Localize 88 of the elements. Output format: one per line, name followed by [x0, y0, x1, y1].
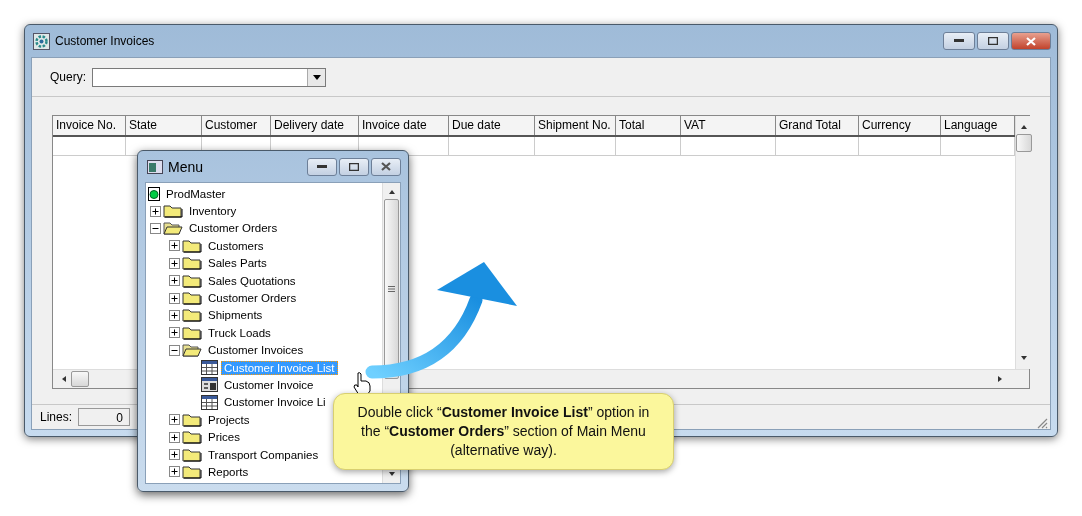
tree-item[interactable]: Customer Orders [186, 221, 281, 236]
scroll-thumb[interactable] [71, 371, 89, 387]
minimize-icon [317, 164, 327, 169]
maximize-button[interactable] [339, 157, 369, 176]
maximize-icon [349, 162, 359, 171]
query-dropdown[interactable] [92, 67, 326, 87]
window-icon [147, 159, 163, 174]
root-node-icon [148, 186, 160, 201]
tree-item[interactable]: Customer Invoice Li [221, 395, 329, 410]
scroll-thumb[interactable] [384, 199, 399, 379]
query-label: Query: [50, 70, 86, 84]
tree-item[interactable]: Inventory [186, 204, 240, 219]
minimize-button[interactable] [307, 157, 337, 176]
expand-icon[interactable] [150, 205, 161, 217]
tree-item[interactable]: Customers [205, 238, 267, 253]
expand-icon[interactable] [169, 466, 180, 478]
tree-item[interactable]: Customer Invoices [205, 343, 307, 358]
column-header[interactable]: Invoice No. [53, 116, 126, 135]
expand-icon[interactable] [169, 257, 180, 269]
column-header[interactable]: Currency [859, 116, 941, 135]
lines-label: Lines: [40, 410, 73, 424]
resize-grip-icon[interactable] [1036, 417, 1048, 429]
folder-icon [182, 273, 202, 288]
column-header[interactable]: State [126, 116, 202, 135]
grip-icon [388, 286, 395, 292]
expand-icon[interactable] [169, 414, 180, 426]
table-icon [201, 360, 218, 376]
folder-icon [182, 464, 202, 479]
folder-icon [182, 325, 202, 340]
tree-item[interactable]: Projects [205, 412, 253, 427]
column-header[interactable]: Delivery date [271, 116, 359, 135]
folder-icon [182, 238, 202, 253]
column-header[interactable]: Customer [202, 116, 271, 135]
column-header[interactable]: Shipment No. [535, 116, 616, 135]
gear-icon [33, 32, 50, 50]
column-header[interactable]: VAT [681, 116, 776, 135]
window-title: Customer Invoices [55, 34, 155, 48]
open-folder-icon [163, 221, 183, 236]
minimize-icon [954, 39, 964, 43]
tree-item[interactable]: Reports [205, 464, 252, 479]
maximize-icon [988, 37, 998, 45]
expand-icon[interactable] [169, 240, 180, 252]
tree-item[interactable]: ProdMaster [163, 186, 229, 201]
folder-icon [182, 256, 202, 271]
tree-item[interactable]: Customer Invoice [221, 378, 317, 392]
lines-count: 0 [78, 408, 131, 426]
table-icon [201, 394, 218, 410]
expand-icon[interactable] [169, 327, 180, 339]
empty-cell [616, 137, 681, 156]
tree-item[interactable]: Transport Companies [205, 447, 322, 462]
expand-icon[interactable] [169, 275, 180, 287]
column-header[interactable]: Language [941, 116, 1015, 135]
close-button[interactable] [1011, 32, 1051, 50]
expand-icon[interactable] [169, 309, 180, 321]
tree-item[interactable]: Sales Parts [205, 256, 270, 271]
vertical-scrollbar[interactable] [1015, 116, 1032, 369]
close-icon [381, 162, 391, 171]
hand-cursor-icon [353, 372, 371, 396]
folder-icon [182, 291, 202, 306]
instruction-callout: Double click “Customer Invoice List” option in the “Customer Orders” section of Main Menu (alternative way). [333, 393, 674, 470]
dropdown-arrow-icon [312, 74, 321, 80]
form-icon [201, 377, 218, 393]
folder-icon [163, 204, 183, 219]
column-header[interactable]: Total [616, 116, 681, 135]
column-header[interactable]: Due date [449, 116, 535, 135]
collapse-icon[interactable] [169, 344, 180, 356]
expand-icon[interactable] [169, 431, 180, 443]
column-header[interactable]: Grand Total [776, 116, 859, 135]
column-header[interactable]: Invoice date [359, 116, 449, 135]
collapse-icon[interactable] [150, 222, 161, 234]
window-title: Menu [168, 158, 204, 175]
tree-item[interactable]: Customer Orders [205, 291, 300, 306]
expand-icon[interactable] [169, 292, 180, 304]
tree-item[interactable]: Sales Quotations [205, 273, 299, 288]
scroll-thumb[interactable] [1016, 134, 1032, 152]
folder-icon [182, 412, 202, 427]
close-icon [1026, 36, 1036, 46]
tree-item[interactable]: Prices [205, 430, 243, 445]
minimize-button[interactable] [943, 32, 975, 50]
tree-item[interactable]: Shipments [205, 308, 266, 323]
folder-icon [182, 430, 202, 445]
folder-icon [182, 447, 202, 462]
maximize-button[interactable] [977, 32, 1009, 50]
close-button[interactable] [371, 157, 401, 176]
tree-item[interactable]: Truck Loads [205, 325, 274, 340]
open-folder-icon [182, 343, 202, 358]
expand-icon[interactable] [169, 449, 180, 461]
folder-icon [182, 308, 202, 323]
